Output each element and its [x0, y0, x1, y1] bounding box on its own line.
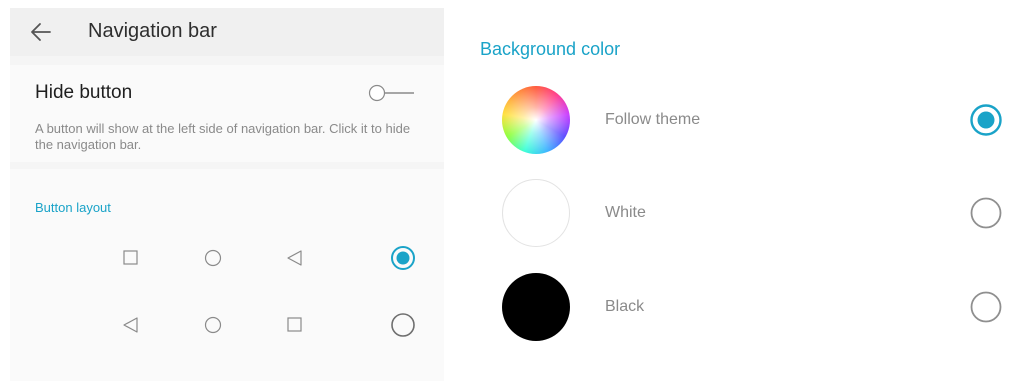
button-layout-radio-2[interactable]	[390, 312, 416, 338]
hide-button-setting[interactable]: Hide button A button will show at the le…	[10, 65, 444, 162]
button-layout-radio-1-selected[interactable]	[390, 245, 416, 271]
hide-button-description: A button will show at the left side of n…	[35, 121, 411, 152]
color-option-label: Black	[605, 298, 645, 315]
black-swatch	[502, 273, 570, 341]
triangle-left-icon	[287, 250, 302, 266]
back-arrow-icon[interactable]	[28, 19, 54, 45]
button-layout-option-2[interactable]	[10, 305, 444, 345]
triangle-left-icon	[123, 317, 138, 333]
square-icon	[123, 250, 138, 265]
color-option-black[interactable]: Black	[470, 267, 1030, 347]
button-layout-section: Button layout	[10, 169, 444, 381]
color-radio-follow-theme-selected[interactable]	[969, 103, 1003, 137]
page-title: Navigation bar	[88, 20, 217, 42]
button-layout-label: Button layout	[35, 200, 111, 215]
color-option-label: White	[605, 204, 646, 221]
color-radio-black[interactable]	[969, 290, 1003, 324]
square-icon	[287, 317, 302, 332]
theme-gradient-swatch	[502, 86, 570, 154]
color-option-white[interactable]: White	[470, 173, 1030, 253]
circle-icon	[204, 249, 222, 267]
navigation-bar-settings-panel: Navigation bar Hide button A button will…	[10, 8, 444, 381]
color-radio-white[interactable]	[969, 196, 1003, 230]
circle-icon	[204, 316, 222, 334]
background-color-label: Background color	[480, 39, 621, 59]
color-option-label: Follow theme	[605, 111, 701, 128]
app-bar: Navigation bar	[10, 8, 444, 56]
hide-button-title: Hide button	[35, 82, 133, 103]
white-swatch	[502, 179, 570, 247]
color-option-follow-theme[interactable]: Follow theme	[470, 80, 1030, 160]
button-layout-option-1[interactable]	[10, 238, 444, 278]
hide-button-toggle[interactable]	[368, 84, 418, 102]
